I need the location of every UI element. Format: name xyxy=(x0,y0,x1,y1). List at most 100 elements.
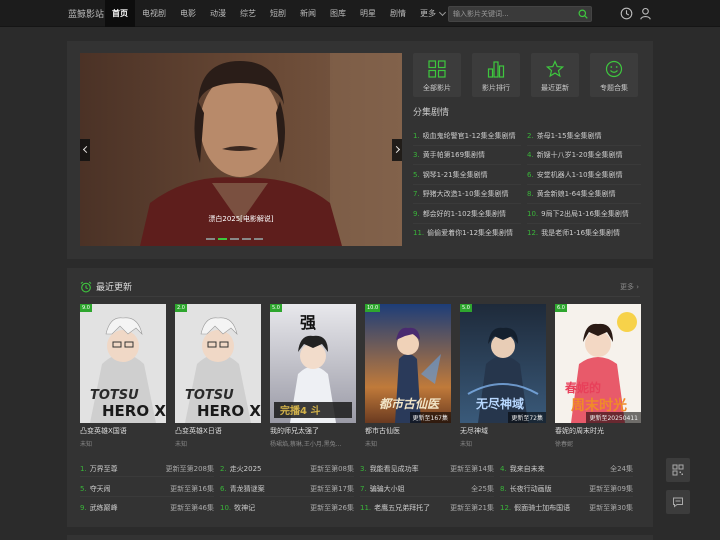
search-input[interactable] xyxy=(453,7,573,21)
ranking-button[interactable]: 影片排行 xyxy=(472,53,520,97)
episode-item[interactable]: 7. 野猪大改造1-10集全集剧情 xyxy=(413,185,521,204)
update-list-item[interactable]: 12. 假面骑士加布国语 更新至第30集 xyxy=(500,501,633,516)
alarm-clock-icon xyxy=(80,281,92,292)
recent-updates-button[interactable]: 最近更新 xyxy=(531,53,579,97)
movie-cast: 徐春妮 xyxy=(555,441,574,448)
banner-dot[interactable] xyxy=(242,238,251,240)
update-list-item[interactable]: 1. 万界至尊 更新至第208集 xyxy=(80,462,214,477)
message-icon xyxy=(673,497,683,508)
movie-card[interactable]: 春妮的 周末时光 6.0 更新至20250411 春妮的周末时光 徐春妮 xyxy=(555,304,641,448)
banner-slide[interactable]: 漂白2025[电影解说] xyxy=(80,53,402,246)
collections-button[interactable]: 专题合集 xyxy=(590,53,638,97)
list-update: 更新至第30集 xyxy=(589,504,633,512)
movie-cast: 未知 xyxy=(80,441,93,448)
movie-title[interactable]: 我的师兄太强了 xyxy=(270,426,319,436)
list-update: 更新至第21集 xyxy=(450,504,494,512)
divider xyxy=(80,296,640,297)
episode-item[interactable]: 11. 偷偷爱着你1-12集全集剧情 xyxy=(413,224,521,243)
update-list-item[interactable]: 3. 我能看见成功率 更新至第14集 xyxy=(360,462,494,477)
update-list-item[interactable]: 8. 长夜行动画版 更新至第09集 xyxy=(500,482,633,497)
svg-text:春妮的: 春妮的 xyxy=(564,380,601,395)
user-icon[interactable] xyxy=(639,7,652,20)
nav-item-news[interactable]: 新闻 xyxy=(293,0,323,27)
movie-card[interactable]: 强完播4 斗 5.0 我的师兄太强了 杨珺焰,蔡琳,王小月,黑兔... xyxy=(270,304,356,448)
list-num: 5. xyxy=(80,485,87,493)
recent-more-link[interactable]: 更多 › xyxy=(620,282,639,292)
banner-dot-active[interactable] xyxy=(218,238,227,240)
movie-poster: TOTSU HERO X 9.0 xyxy=(80,304,166,423)
update-list-item[interactable]: 2. 走火2025 更新至第08集 xyxy=(220,462,354,477)
movie-title[interactable]: 都市古仙医 xyxy=(365,426,400,436)
movie-card[interactable]: 无尽神域 5.0 更新至72集 无尽神域 未知 xyxy=(460,304,546,448)
banner-dot[interactable] xyxy=(206,238,215,240)
episode-item[interactable]: 10. 9局下2出局1-16集全集剧情 xyxy=(527,205,641,224)
episode-item[interactable]: 5. 钢琴1-21集全集剧情 xyxy=(413,166,521,185)
search-icon[interactable] xyxy=(578,9,588,19)
list-title: 我来自未来 xyxy=(509,465,545,473)
movie-title[interactable]: 春妮的周末时光 xyxy=(555,426,604,436)
update-list-item[interactable]: 5. 夺天闹 更新至第16集 xyxy=(80,482,214,497)
score-badge: 5.0 xyxy=(460,304,472,312)
list-title: 牧神记 xyxy=(234,504,256,512)
nav-item-plot[interactable]: 剧情 xyxy=(383,0,413,27)
list-title: 青龙猜谜案 xyxy=(229,485,265,493)
all-movies-label: 全部影片 xyxy=(423,84,451,92)
movie-poster: 强完播4 斗 5.0 xyxy=(270,304,356,423)
nav-item-short[interactable]: 短剧 xyxy=(263,0,293,27)
feedback-button[interactable] xyxy=(666,490,690,514)
episode-item[interactable]: 1. 吸血鬼纶警官1-12集全集剧情 xyxy=(413,127,521,146)
nav-item-stars[interactable]: 明星 xyxy=(353,0,383,27)
movie-cast: 未知 xyxy=(460,441,473,448)
episode-num: 7. xyxy=(413,190,420,198)
update-list-item[interactable]: 11. 老鹰五兄弟拜托了 更新至第21集 xyxy=(360,501,494,516)
banner-next-button[interactable] xyxy=(392,139,402,161)
banner-prev-button[interactable] xyxy=(80,139,90,161)
recent-updates-panel: 最近更新 更多 › TOTSU HERO X 9.0 凸变英雄X国语 未知 TOT… xyxy=(67,268,653,527)
nav-item-movie[interactable]: 电影 xyxy=(173,0,203,27)
history-clock-icon[interactable] xyxy=(620,7,633,20)
movie-title[interactable]: 凸变英雄X国语 xyxy=(80,426,127,436)
movie-poster: 春妮的 周末时光 6.0 更新至20250411 xyxy=(555,304,641,423)
movie-card[interactable]: TOTSU HERO X 9.0 凸变英雄X国语 未知 xyxy=(80,304,166,448)
nav-item-anime[interactable]: 动漫 xyxy=(203,0,233,27)
episode-item[interactable]: 9. 都会好的1-102集全集剧情 xyxy=(413,205,521,224)
movie-title[interactable]: 凸变英雄X日语 xyxy=(175,426,222,436)
banner-dot[interactable] xyxy=(230,238,239,240)
episode-item[interactable]: 6. 安堂机器人1-10集全集剧情 xyxy=(527,166,641,185)
site-logo[interactable]: 蓝鲸影站 xyxy=(68,7,104,20)
update-list-item[interactable]: 9. 武练巅峰 更新至第46集 xyxy=(80,501,214,516)
movie-poster: TOTSU HERO X 2.0 xyxy=(175,304,261,423)
movie-card[interactable]: TOTSU HERO X 2.0 凸变英雄X日语 未知 xyxy=(175,304,261,448)
update-list-item[interactable]: 7. 骗骗大小姐 全25集 xyxy=(360,482,494,497)
nav-item-gallery[interactable]: 图库 xyxy=(323,0,353,27)
episode-item[interactable]: 4. 新嫂十八岁1-20集全集剧情 xyxy=(527,146,641,165)
episode-item[interactable]: 3. 黄手帕第169集剧情 xyxy=(413,146,521,165)
list-title: 夺天闹 xyxy=(89,485,111,493)
list-num: 11. xyxy=(360,504,372,512)
update-list-item[interactable]: 10. 牧神记 更新至第26集 xyxy=(220,501,354,516)
update-list-item[interactable]: 4. 我来自未来 全24集 xyxy=(500,462,633,477)
score-badge: 6.0 xyxy=(555,304,567,312)
chevron-right-icon: › xyxy=(636,283,639,291)
nav-item-home[interactable]: 首页 xyxy=(105,0,135,27)
nav-item-tv[interactable]: 电视剧 xyxy=(135,0,173,27)
score-badge: 5.0 xyxy=(270,304,282,312)
episode-item[interactable]: 2. 茶母1-15集全集剧情 xyxy=(527,127,641,146)
update-list-item[interactable]: 6. 青龙猜谜案 更新至第17集 xyxy=(220,482,354,497)
update-status: 更新至20250411 xyxy=(586,412,641,423)
qrcode-button[interactable] xyxy=(666,458,690,482)
episode-item[interactable]: 8. 黄金新娘1-64集全集剧情 xyxy=(527,185,641,204)
list-title: 我能看见成功率 xyxy=(369,465,419,473)
banner-dot[interactable] xyxy=(254,238,263,240)
movie-card[interactable]: 都市古仙医 10.0 更新至167集 都市古仙医 未知 xyxy=(365,304,451,448)
movie-poster: 无尽神域 5.0 更新至72集 xyxy=(460,304,546,423)
list-num: 8. xyxy=(500,485,507,493)
movie-title[interactable]: 无尽神域 xyxy=(460,426,488,436)
all-movies-button[interactable]: 全部影片 xyxy=(413,53,461,97)
episode-num: 5. xyxy=(413,171,420,179)
nav-item-more[interactable]: 更多 xyxy=(413,0,452,27)
list-num: 4. xyxy=(500,465,507,473)
episode-title: 黄金新娘1-64集全集剧情 xyxy=(536,190,616,198)
episode-item[interactable]: 12. 我是老师1-16集全集剧情 xyxy=(527,224,641,243)
nav-item-variety[interactable]: 综艺 xyxy=(233,0,263,27)
